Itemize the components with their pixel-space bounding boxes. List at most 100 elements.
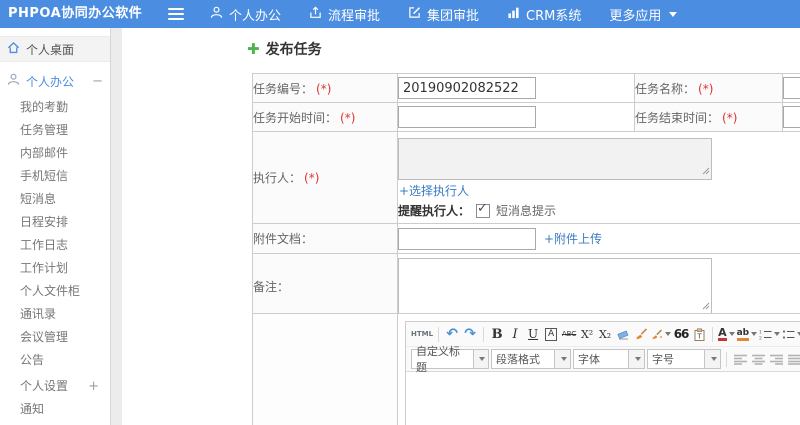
paste-button[interactable]: T [691, 325, 707, 343]
caret-down-icon [669, 11, 678, 17]
sidebar-item-work-plan[interactable]: 工作计划 [0, 257, 110, 280]
table-row: 执行人：(*) +选择执行人 提醒执行人： 短消息提示 [252, 131, 800, 224]
nav-item-crm[interactable]: CRM系统 [493, 0, 595, 28]
flow-approve-icon [309, 6, 322, 23]
start-time-label-cell: 任务开始时间： (*) [252, 102, 398, 132]
align-left-button[interactable] [732, 350, 748, 368]
unordered-list-button[interactable] [782, 325, 800, 343]
sidebar-group-label: 个人设置 [20, 379, 69, 393]
nav-label: CRM系统 [526, 8, 582, 24]
caret-down-icon [634, 357, 641, 361]
expand-plus-icon[interactable]: + [88, 375, 99, 398]
task-no-input[interactable] [398, 77, 536, 99]
format-brush-button[interactable] [633, 325, 649, 343]
bar-chart-icon [507, 6, 520, 23]
required-mark: (*) [722, 110, 738, 125]
sidebar-item-label: 通知 [20, 402, 45, 416]
html-source-button[interactable]: HTML [411, 325, 433, 343]
eraser-icon [616, 329, 629, 339]
table-row: 备注： [252, 253, 800, 320]
sidebar-item-contacts[interactable]: 通讯录 [0, 303, 110, 326]
highlight-color-button[interactable]: ab [736, 325, 758, 343]
eraser-button[interactable] [615, 325, 631, 343]
table-row: 任务编号：(*) 任务名称：(*) [252, 73, 800, 103]
align-right-icon [769, 354, 783, 365]
nav-item-group-approval[interactable]: 集团审批 [394, 0, 493, 28]
publish-task-form: 任务编号：(*) 任务名称：(*) 任务开始时间：(*) 任务结束时间：(*) [252, 73, 800, 320]
sidebar-item-notice[interactable]: 通知 [0, 398, 110, 421]
blockquote-button[interactable]: 66 [673, 325, 690, 343]
font-color-button[interactable]: A [718, 325, 735, 343]
justify-icon [787, 354, 800, 365]
sidebar-item-schedule[interactable]: 日程安排 [0, 211, 110, 234]
resize-grip-icon[interactable] [702, 164, 710, 178]
italic-button[interactable]: I [507, 325, 523, 343]
sidebar-item-work-log[interactable]: 工作日志 [0, 234, 110, 257]
nav-item-more-apps[interactable]: 更多应用 [595, 0, 691, 28]
sidebar-item-desktop[interactable]: 个人桌面 [0, 36, 110, 62]
nav-label: 集团审批 [427, 8, 480, 24]
executor-label-cell: 执行人： (*) [252, 131, 398, 224]
strikethrough-button[interactable]: ABC [561, 325, 577, 343]
content-label-cell [252, 313, 398, 425]
upload-attachment-link[interactable]: +附件上传 [544, 230, 602, 247]
required-mark: (*) [304, 171, 320, 185]
redo-button[interactable]: ↷ [462, 325, 478, 343]
task-name-input[interactable] [783, 77, 800, 99]
editor-content-area[interactable] [406, 372, 800, 425]
format-painter-icon [652, 328, 663, 339]
paragraph-format-select[interactable]: 段落格式 [491, 349, 571, 369]
sidebar-item-meeting[interactable]: 会议管理 [0, 326, 110, 349]
custom-title-select[interactable]: 自定义标题 [411, 345, 489, 374]
sidebar-item-internal-mail[interactable]: 内部邮件 [0, 142, 110, 165]
main-content: ✚ 发布任务 任务编号：(*) 任务名称：(*) 任务开始时间：(*) [122, 28, 800, 425]
sidebar-group-personal-settings[interactable]: 个人设置 + [0, 375, 110, 398]
app-logo: PHPOA协同办公软件 [8, 6, 143, 21]
required-mark: (*) [698, 81, 714, 96]
select-executor-link[interactable]: +选择执行人 [399, 182, 800, 199]
superscript-button[interactable]: X² [579, 325, 595, 343]
editor-toolbar-row2: 自定义标题 段落格式 字体 字号 [406, 345, 800, 374]
format-painter-button[interactable] [651, 325, 672, 343]
remark-label-cell: 备注： [252, 253, 398, 320]
font-family-select[interactable]: 字体 [573, 349, 645, 369]
nav-label: 更多应用 [609, 8, 662, 24]
caret-down-icon [710, 357, 717, 361]
font-border-button[interactable]: A [544, 327, 558, 341]
app-window: PHPOA协同办公软件 个人办公 流程审批 集团审批 CRM系统 更多应用 个人… [0, 0, 800, 425]
subscript-button[interactable]: X₂ [597, 325, 613, 343]
sidebar-item-short-message[interactable]: 短消息 [0, 188, 110, 211]
sidebar-item-task-management[interactable]: 任务管理 [0, 119, 110, 142]
resize-grip-icon[interactable] [702, 299, 710, 313]
justify-button[interactable] [786, 350, 800, 368]
remind-executor-label: 提醒执行人： [398, 204, 471, 218]
nav-item-flow-approval[interactable]: 流程审批 [295, 0, 394, 28]
underline-button[interactable]: U [525, 325, 541, 343]
align-center-button[interactable] [750, 350, 766, 368]
sidebar-group-personal-office[interactable]: 个人办公 − [0, 69, 110, 93]
undo-button[interactable]: ↶ [444, 325, 460, 343]
hamburger-menu-icon[interactable] [168, 8, 184, 23]
end-time-label-cell: 任务结束时间： (*) [634, 102, 783, 132]
required-mark: (*) [340, 110, 356, 125]
sidebar-item-sms[interactable]: 手机短信 [0, 165, 110, 188]
ordered-list-button[interactable]: 12 [759, 325, 781, 343]
attachment-input[interactable] [398, 227, 536, 250]
start-time-input[interactable] [398, 106, 536, 128]
ordered-list-icon: 12 [759, 329, 772, 340]
top-navbar: PHPOA协同办公软件 个人办公 流程审批 集团审批 CRM系统 更多应用 [0, 0, 800, 28]
sidebar-item-announcement[interactable]: 公告 [0, 349, 110, 372]
font-size-select[interactable]: 字号 [647, 349, 721, 369]
sms-remind-checkbox[interactable] [476, 201, 491, 218]
align-right-button[interactable] [768, 350, 784, 368]
end-time-input[interactable] [783, 106, 800, 128]
required-mark: (*) [316, 81, 332, 96]
sidebar-item-file-cabinet[interactable]: 个人文件柜 [0, 280, 110, 303]
remark-textarea[interactable] [398, 258, 712, 315]
collapse-minus-icon[interactable]: − [92, 74, 103, 89]
caret-down-icon [751, 332, 758, 336]
nav-item-personal-office[interactable]: 个人办公 [196, 0, 295, 28]
sidebar-item-attendance[interactable]: 我的考勤 [0, 96, 110, 119]
executor-textarea[interactable] [398, 138, 712, 180]
bold-button[interactable]: B [489, 325, 505, 343]
